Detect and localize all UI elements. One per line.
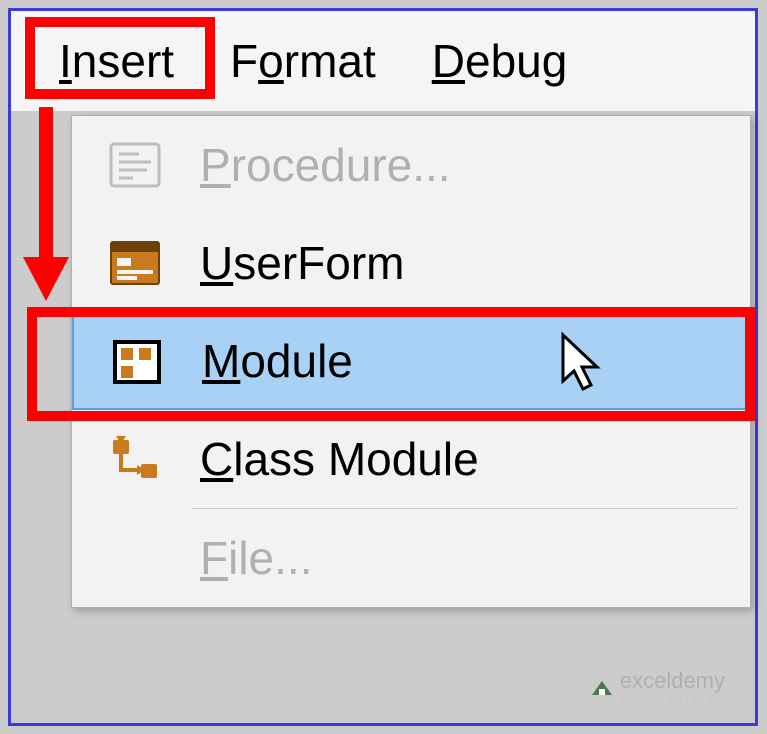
menu-item-module-label: Module	[182, 334, 353, 388]
menu-insert-accel: I	[59, 35, 72, 87]
menu-format[interactable]: Format	[202, 26, 404, 96]
menu-item-procedure-label: Procedure...	[180, 138, 451, 192]
watermark-logo-icon	[590, 675, 614, 699]
menu-debug[interactable]: Debug	[404, 26, 596, 96]
menu-item-classmodule[interactable]: Class Module	[72, 410, 750, 508]
menu-item-procedure: Procedure...	[72, 116, 750, 214]
watermark-brand: exceldemy	[620, 668, 725, 693]
menu-item-classmodule-label: Class Module	[180, 432, 479, 486]
insert-dropdown: Procedure... UserForm	[71, 115, 751, 608]
window-frame: Insert Format Debug Procedure...	[8, 8, 758, 726]
menu-item-file-label: File...	[180, 531, 312, 585]
watermark: exceldemy EXCEL · DATA · BI	[590, 668, 725, 705]
userform-icon	[90, 238, 180, 288]
watermark-tagline: EXCEL · DATA · BI	[620, 694, 725, 705]
menubar: Insert Format Debug	[11, 11, 755, 111]
menu-insert-rest: nsert	[72, 35, 174, 87]
procedure-icon	[90, 140, 180, 190]
menu-debug-accel: D	[432, 35, 465, 87]
module-icon	[92, 336, 182, 386]
classmodule-icon	[90, 434, 180, 484]
menu-format-accel: o	[258, 35, 284, 87]
menu-format-rest: rmat	[284, 35, 376, 87]
menu-item-file: File...	[72, 509, 750, 607]
menu-debug-rest: ebug	[465, 35, 567, 87]
menu-item-userform[interactable]: UserForm	[72, 214, 750, 312]
menu-format-pre: F	[230, 35, 258, 87]
menu-item-userform-label: UserForm	[180, 236, 404, 290]
annotation-arrow	[29, 107, 63, 307]
menu-insert[interactable]: Insert	[31, 26, 202, 96]
menu-item-module[interactable]: Module	[72, 312, 750, 410]
